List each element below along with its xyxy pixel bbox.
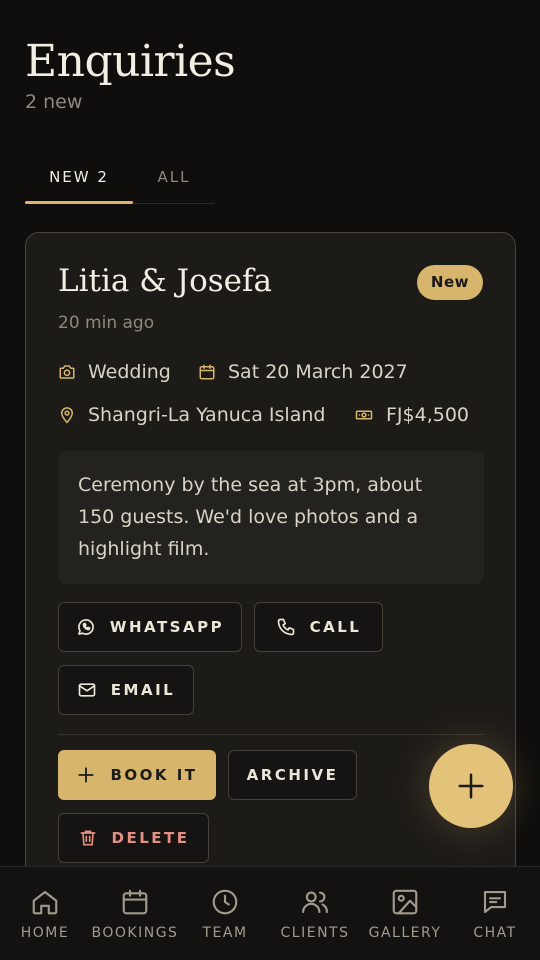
page-subtitle: 2 new	[25, 91, 83, 113]
nav-bookings-label: BOOKINGS	[91, 925, 179, 941]
event-budget: FJ$4,500	[354, 404, 469, 426]
call-label: CALL	[309, 618, 362, 636]
divider	[58, 734, 484, 735]
event-type: Wedding	[58, 361, 171, 383]
nav-chat-label: CHAT	[473, 925, 517, 941]
calendar-icon	[199, 364, 215, 380]
trash-icon	[80, 830, 95, 846]
archive-button[interactable]: ARCHIVE	[228, 750, 357, 800]
plus-icon	[458, 773, 484, 799]
image-icon	[392, 889, 418, 915]
event-date-label: Sat 20 March 2027	[228, 361, 408, 383]
mail-icon	[78, 683, 96, 697]
header: Enquiries 2 new	[25, 36, 236, 113]
delete-button[interactable]: DELETE	[58, 813, 209, 863]
map-pin-icon	[61, 407, 73, 424]
event-budget-label: FJ$4,500	[386, 404, 470, 426]
email-button[interactable]: EMAIL	[58, 665, 194, 715]
nav-bookings[interactable]: BOOKINGS	[90, 867, 180, 960]
nav-chat[interactable]: CHAT	[450, 867, 540, 960]
nav-gallery-label: GALLERY	[368, 925, 442, 941]
call-button[interactable]: CALL	[254, 602, 383, 652]
event-date: Sat 20 March 2027	[198, 361, 408, 383]
nav-home[interactable]: HOME	[0, 867, 90, 960]
event-location: Shangri-La Yanuca Island	[58, 404, 325, 426]
archive-label: ARCHIVE	[246, 766, 339, 784]
tab-new[interactable]: NEW 2	[25, 158, 133, 204]
event-location-label: Shangri-La Yanuca Island	[88, 404, 326, 426]
home-icon	[32, 890, 58, 915]
whatsapp-label: WHATSAPP	[109, 618, 225, 636]
camera-icon	[59, 365, 75, 379]
enquiry-name: Litia & Josefa	[58, 263, 272, 299]
nav-home-label: HOME	[20, 925, 70, 941]
status-badge: New	[416, 265, 483, 300]
enquiry-time: 20 min ago	[58, 313, 155, 333]
calendar-icon	[122, 889, 148, 915]
phone-icon	[277, 618, 294, 636]
enquiry-message: Ceremony by the sea at 3pm, about 150 gu…	[58, 451, 484, 584]
event-type-label: Wedding	[88, 361, 171, 383]
users-icon	[302, 891, 328, 914]
nav-clients[interactable]: CLIENTS	[270, 867, 360, 960]
whatsapp-icon	[77, 619, 94, 635]
email-label: EMAIL	[110, 681, 176, 699]
nav-clients-label: CLIENTS	[280, 925, 350, 941]
whatsapp-button[interactable]: WHATSAPP	[58, 602, 242, 652]
tab-all[interactable]: ALL	[133, 158, 215, 203]
book-it-button[interactable]: BOOK IT	[58, 750, 216, 800]
add-enquiry-button[interactable]	[429, 744, 513, 828]
bottom-nav: HOME BOOKINGS TEAM CLIENTS GALLERY CHAT	[0, 866, 540, 960]
nav-team[interactable]: TEAM	[180, 867, 270, 960]
tab-bar: NEW 2 ALL	[25, 158, 215, 204]
chat-icon	[483, 890, 507, 914]
page-title: Enquiries	[25, 36, 236, 87]
plus-icon	[78, 767, 95, 783]
book-it-label: BOOK IT	[110, 766, 198, 784]
clock-icon	[212, 889, 238, 915]
banknote-icon	[355, 410, 373, 420]
nav-team-label: TEAM	[202, 925, 248, 941]
enquiry-card: Litia & Josefa New 20 min ago Wedding Sa…	[25, 232, 516, 922]
nav-gallery[interactable]: GALLERY	[360, 867, 450, 960]
delete-label: DELETE	[111, 829, 190, 847]
